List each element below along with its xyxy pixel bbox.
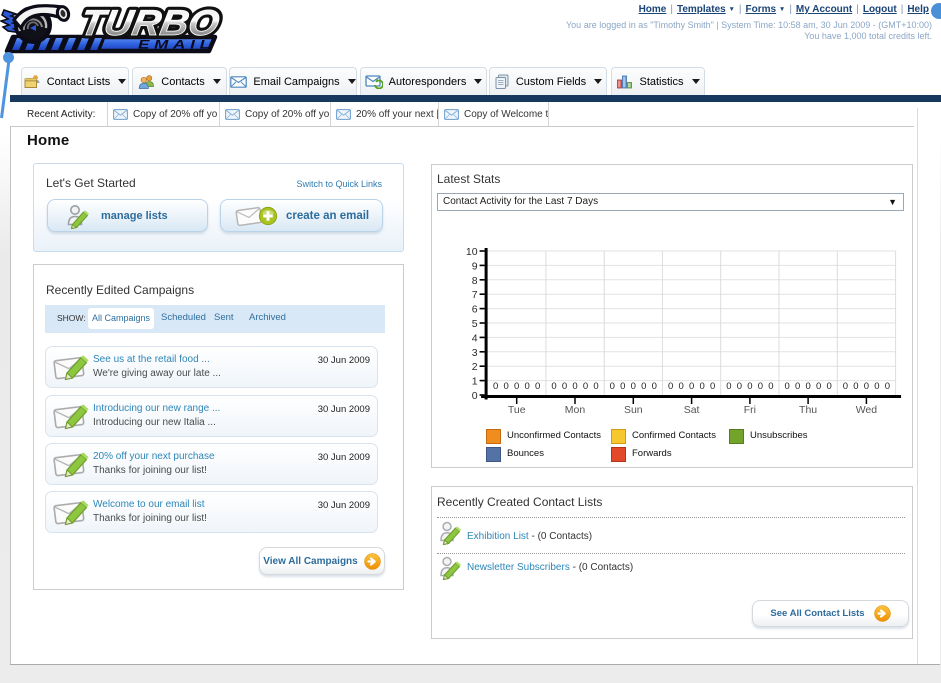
svg-text:0: 0 <box>641 381 646 392</box>
svg-text:0: 0 <box>853 381 858 392</box>
svg-text:Mon: Mon <box>565 404 586 416</box>
svg-text:0: 0 <box>593 381 598 392</box>
svg-text:0: 0 <box>678 381 683 392</box>
svg-text:0: 0 <box>631 381 636 392</box>
svg-text:0: 0 <box>747 381 752 392</box>
svg-text:5: 5 <box>472 318 478 330</box>
svg-text:0: 0 <box>668 381 673 392</box>
svg-text:0: 0 <box>805 381 810 392</box>
svg-text:0: 0 <box>551 381 556 392</box>
svg-text:0: 0 <box>652 381 657 392</box>
svg-text:0: 0 <box>493 381 498 392</box>
svg-text:0: 0 <box>795 381 800 392</box>
svg-text:1: 1 <box>472 376 478 388</box>
svg-text:0: 0 <box>726 381 731 392</box>
svg-text:0: 0 <box>504 381 509 392</box>
svg-text:0: 0 <box>843 381 848 392</box>
svg-text:0: 0 <box>768 381 773 392</box>
svg-text:8: 8 <box>472 275 478 287</box>
svg-text:0: 0 <box>620 381 625 392</box>
svg-text:0: 0 <box>874 381 879 392</box>
svg-text:0: 0 <box>583 381 588 392</box>
svg-text:0: 0 <box>610 381 615 392</box>
svg-text:0: 0 <box>699 381 704 392</box>
svg-text:9: 9 <box>472 260 478 272</box>
svg-text:0: 0 <box>525 381 530 392</box>
svg-text:0: 0 <box>689 381 694 392</box>
svg-text:0: 0 <box>562 381 567 392</box>
svg-text:0: 0 <box>885 381 890 392</box>
svg-text:TURBO: TURBO <box>77 2 222 43</box>
svg-text:10: 10 <box>466 246 478 258</box>
svg-text:6: 6 <box>472 304 478 316</box>
svg-text:0: 0 <box>535 381 540 392</box>
svg-text:Sun: Sun <box>624 404 643 416</box>
svg-text:0: 0 <box>758 381 763 392</box>
svg-text:0: 0 <box>826 381 831 392</box>
svg-text:0: 0 <box>514 381 519 392</box>
svg-text:7: 7 <box>472 289 478 301</box>
svg-text:0: 0 <box>737 381 742 392</box>
svg-text:0: 0 <box>710 381 715 392</box>
svg-text:0: 0 <box>816 381 821 392</box>
svg-text:3: 3 <box>472 347 478 359</box>
svg-text:0: 0 <box>472 390 478 402</box>
svg-text:Tue: Tue <box>508 404 526 416</box>
svg-text:0: 0 <box>784 381 789 392</box>
svg-text:0: 0 <box>864 381 869 392</box>
svg-text:4: 4 <box>472 332 478 344</box>
svg-text:Wed: Wed <box>856 404 878 416</box>
svg-text:2: 2 <box>472 361 478 373</box>
svg-text:Thu: Thu <box>799 404 817 416</box>
svg-text:Fri: Fri <box>744 404 756 416</box>
svg-text:0: 0 <box>572 381 577 392</box>
svg-text:Sat: Sat <box>684 404 700 416</box>
